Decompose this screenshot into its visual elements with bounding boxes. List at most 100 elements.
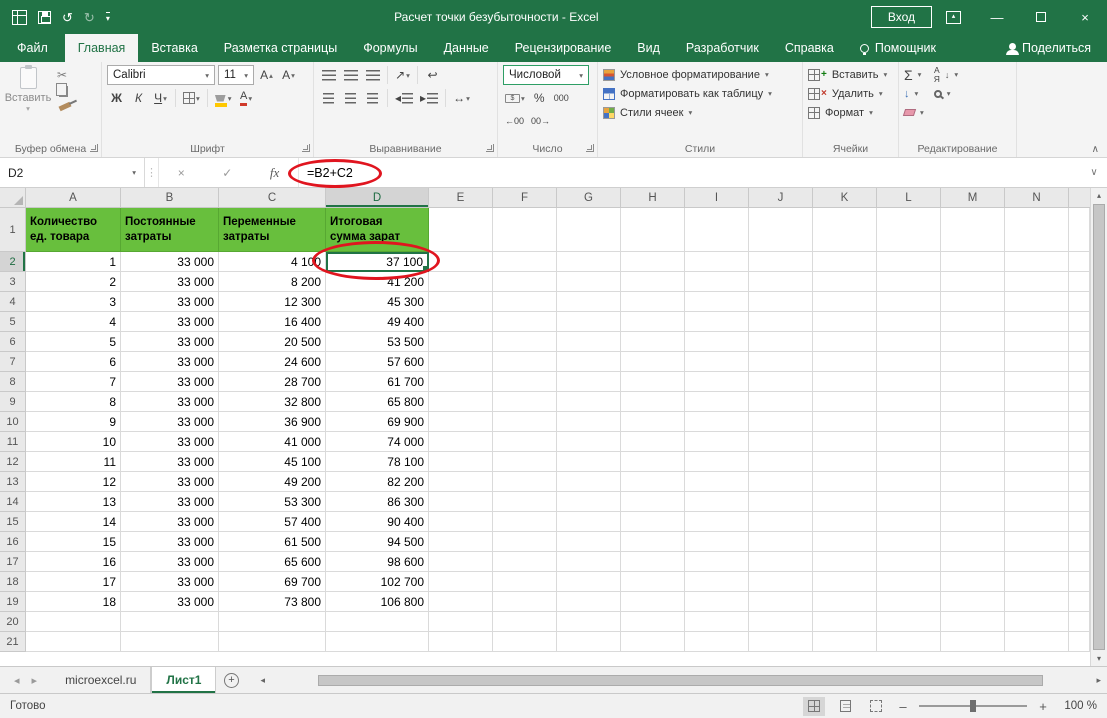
cell-B9[interactable]: 33 000 [121,392,219,412]
cell-I10[interactable] [685,412,749,432]
cell-J1[interactable] [749,208,813,252]
cell-M9[interactable] [941,392,1005,412]
cell-E19[interactable] [429,592,493,612]
cell-K7[interactable] [813,352,877,372]
find-select-button[interactable]: ▾ [934,84,958,103]
cell-F16[interactable] [493,532,557,552]
cell-J10[interactable] [749,412,813,432]
font-color-icon[interactable]: А▾ [237,88,256,108]
cell-I8[interactable] [685,372,749,392]
zoom-in-icon[interactable]: + [1036,699,1050,714]
row-header-17[interactable]: 17 [0,552,26,572]
accounting-format-icon[interactable]: $▾ [503,88,527,108]
cell-B11[interactable]: 33 000 [121,432,219,452]
cell-K6[interactable] [813,332,877,352]
cell-F13[interactable] [493,472,557,492]
align-middle-icon[interactable] [341,65,360,85]
cell-E21[interactable] [429,632,493,652]
sheet-nav-next-icon[interactable]: ▸ [32,674,38,687]
cell-N20[interactable] [1005,612,1069,632]
cell-H7[interactable] [621,352,685,372]
cell-L5[interactable] [877,312,941,332]
cell-M19[interactable] [941,592,1005,612]
cell-G16[interactable] [557,532,621,552]
row-header-12[interactable]: 12 [0,452,26,472]
cell-H18[interactable] [621,572,685,592]
cell-K4[interactable] [813,292,877,312]
cell-A18[interactable]: 17 [26,572,121,592]
customize-quick-access-icon[interactable]: ▾ [106,12,110,23]
scroll-down-icon[interactable]: ▾ [1091,651,1107,666]
cell-C9[interactable]: 32 800 [219,392,326,412]
cell-M1[interactable] [941,208,1005,252]
cell-K14[interactable] [813,492,877,512]
cell-J7[interactable] [749,352,813,372]
format-cells-button[interactable]: Формат ▾ [808,103,893,122]
cell-H21[interactable] [621,632,685,652]
cell-J18[interactable] [749,572,813,592]
cell-B14[interactable]: 33 000 [121,492,219,512]
cell-D4[interactable]: 45 300 [326,292,429,312]
column-header-H[interactable]: H [621,188,685,207]
cell-D9[interactable]: 65 800 [326,392,429,412]
cell-F5[interactable] [493,312,557,332]
cell-C4[interactable]: 12 300 [219,292,326,312]
row-header-20[interactable]: 20 [0,612,26,632]
cell-D8[interactable]: 61 700 [326,372,429,392]
cell-I14[interactable] [685,492,749,512]
cell-M12[interactable] [941,452,1005,472]
row-header-2[interactable]: 2 [0,252,26,272]
cell-D20[interactable] [326,612,429,632]
cell-K21[interactable] [813,632,877,652]
cell-M20[interactable] [941,612,1005,632]
cell-J19[interactable] [749,592,813,612]
cell-A11[interactable]: 10 [26,432,121,452]
cell-G8[interactable] [557,372,621,392]
add-sheet-button[interactable]: + [216,667,246,693]
cell-D18[interactable]: 102 700 [326,572,429,592]
cell-F7[interactable] [493,352,557,372]
tab-help[interactable]: Справка [772,34,847,62]
cell-N8[interactable] [1005,372,1069,392]
cell-C7[interactable]: 24 600 [219,352,326,372]
cell-A6[interactable]: 5 [26,332,121,352]
cell-B3[interactable]: 33 000 [121,272,219,292]
page-layout-view-icon[interactable] [834,697,856,716]
increase-decimal-icon[interactable]: ←00 [503,111,526,131]
cell-N10[interactable] [1005,412,1069,432]
scroll-right-icon[interactable]: ▸ [1096,675,1101,686]
cell-J15[interactable] [749,512,813,532]
cell-K19[interactable] [813,592,877,612]
number-format-select[interactable]: Числовой ▾ [503,65,589,85]
cell-B12[interactable]: 33 000 [121,452,219,472]
cell-E20[interactable] [429,612,493,632]
column-header-I[interactable]: I [685,188,749,207]
cell-L6[interactable] [877,332,941,352]
alignment-dialog-launcher-icon[interactable] [486,144,494,152]
decrease-decimal-icon[interactable]: 00→ [529,111,552,131]
cell-C19[interactable]: 73 800 [219,592,326,612]
cell-D19[interactable]: 106 800 [326,592,429,612]
cell-N14[interactable] [1005,492,1069,512]
cell-G12[interactable] [557,452,621,472]
align-right-icon[interactable] [363,88,382,108]
cell-M4[interactable] [941,292,1005,312]
cell-D16[interactable]: 94 500 [326,532,429,552]
cell-J3[interactable] [749,272,813,292]
paste-button[interactable]: Вставить ▾ [5,65,51,113]
cell-L2[interactable] [877,252,941,272]
cell-J11[interactable] [749,432,813,452]
decrease-font-size-icon[interactable]: А▾ [279,65,298,85]
cell-N2[interactable] [1005,252,1069,272]
cell-G3[interactable] [557,272,621,292]
cell-M11[interactable] [941,432,1005,452]
cell-H2[interactable] [621,252,685,272]
row-header-16[interactable]: 16 [0,532,26,552]
cell-N5[interactable] [1005,312,1069,332]
vertical-scrollbar[interactable]: ▴ ▾ [1090,188,1107,666]
cell-G11[interactable] [557,432,621,452]
column-header-E[interactable]: E [429,188,493,207]
cell-C18[interactable]: 69 700 [219,572,326,592]
cell-B6[interactable]: 33 000 [121,332,219,352]
cell-N18[interactable] [1005,572,1069,592]
